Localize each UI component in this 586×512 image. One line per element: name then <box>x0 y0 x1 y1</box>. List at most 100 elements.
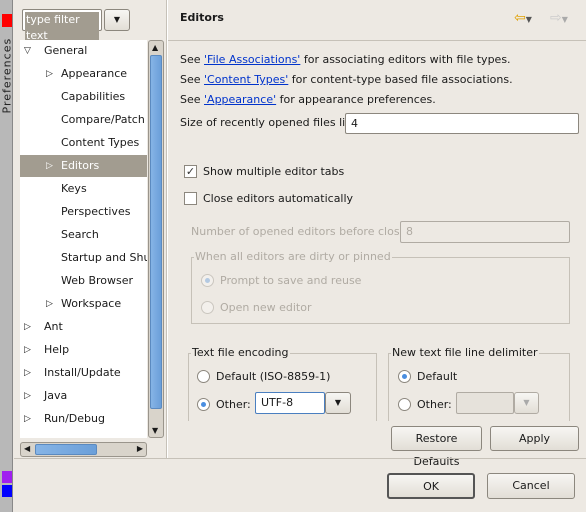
scroll-down-icon[interactable]: ▼ <box>152 426 158 435</box>
tree-item[interactable]: Startup and Shutdown <box>20 247 147 269</box>
sash[interactable] <box>166 0 168 458</box>
scroll-right-icon[interactable]: ▶ <box>137 444 143 453</box>
encoding-other-label: Other: <box>216 398 251 411</box>
tree-item[interactable]: Content Types <box>20 132 147 154</box>
link-text: for appearance preferences. <box>276 93 436 106</box>
encoding-dropdown-button[interactable]: ▼ <box>325 392 351 414</box>
tree-item-label: Help <box>44 343 70 356</box>
h-scroll-thumb[interactable] <box>35 444 97 455</box>
filter-input[interactable]: type filter text <box>22 9 102 44</box>
link-text: See <box>180 93 205 106</box>
expand-icon[interactable]: ▷ <box>24 385 31 407</box>
tree-item[interactable]: Capabilities <box>20 86 147 108</box>
tree-item[interactable]: ▷ Run/Debug <box>20 408 147 430</box>
restore-defaults-button[interactable]: Restore Defaults <box>391 426 482 468</box>
tree-item-label: Search <box>61 228 99 241</box>
chevron-down-icon: ▼ <box>334 398 342 407</box>
tree-item[interactable]: Compare/Patch <box>20 109 147 131</box>
ok-button[interactable]: OK <box>387 473 475 499</box>
tree-item-label: Capabilities <box>61 90 126 103</box>
link-text: See <box>180 73 205 86</box>
link-text: for associating editors with file types. <box>300 53 511 66</box>
preference-link[interactable]: 'File Associations' <box>204 53 300 66</box>
tree-item[interactable]: ▷ Java <box>20 385 147 407</box>
dirty-group: When all editors are dirty or pinned Pro… <box>191 250 570 324</box>
close-auto-checkbox[interactable] <box>184 192 197 205</box>
tree-item[interactable]: ▷ Ant <box>20 316 147 338</box>
preference-link[interactable]: 'Appearance' <box>204 93 276 106</box>
tree-item-label: Install/Update <box>44 366 121 379</box>
expand-icon[interactable]: ▷ <box>46 155 53 177</box>
delimiter-combo-input[interactable] <box>456 392 514 414</box>
prompt-radio[interactable] <box>201 274 214 287</box>
link-text: for content-type based file associations… <box>288 73 513 86</box>
page-title: Editors <box>180 11 224 24</box>
scroll-thumb[interactable] <box>150 55 162 409</box>
link-text: See <box>180 53 205 66</box>
encoding-other-radio[interactable] <box>197 398 210 411</box>
link-line: See 'File Associations' for associating … <box>180 53 511 66</box>
expand-icon[interactable]: ▷ <box>24 316 31 338</box>
tree-vertical-scrollbar[interactable]: ▲ ▼ <box>148 40 164 438</box>
tree-item[interactable]: ▷ Appearance <box>20 63 147 85</box>
preference-tree: ▽ General ▷ Appearance Capabilities Compare/P… <box>20 40 147 438</box>
apply-button[interactable]: Apply <box>490 426 579 451</box>
delimiter-default-radio[interactable] <box>398 370 411 383</box>
delimiter-other-radio[interactable] <box>398 398 411 411</box>
forward-arrow-icon[interactable]: ⇨▼ <box>550 11 568 27</box>
recent-files-label: Size of recently opened files list: <box>180 116 359 129</box>
encoding-combo-input[interactable]: UTF-8 <box>255 392 325 414</box>
tree-item[interactable]: ▷ Editors <box>20 155 147 177</box>
back-arrow-icon[interactable]: ⇦▼ <box>514 11 532 27</box>
tree-item[interactable]: ▷ Help <box>20 339 147 361</box>
scroll-up-icon[interactable]: ▲ <box>152 43 158 52</box>
title-separator <box>168 40 586 41</box>
tree-item[interactable]: Perspectives <box>20 201 147 223</box>
tree-item-label: Startup and Shutdown <box>61 251 147 264</box>
link-line: See 'Content Types' for content-type bas… <box>180 73 513 86</box>
tree-item-label: Compare/Patch <box>61 113 145 126</box>
tree-item[interactable]: ▷ Workspace <box>20 293 147 315</box>
preferences-strip-label: Preferences <box>0 37 14 114</box>
expand-icon[interactable]: ▷ <box>46 293 53 315</box>
expand-icon[interactable]: ▷ <box>46 63 53 85</box>
delimiter-default-label: Default <box>417 370 458 383</box>
tree-item[interactable]: Keys <box>20 178 147 200</box>
delimiter-group: New text file line delimiter Default Oth… <box>388 346 570 421</box>
tree-item-label: General <box>44 44 88 57</box>
delimiter-dropdown-button[interactable]: ▼ <box>514 392 539 414</box>
tree-item-label: Run/Debug <box>44 412 105 425</box>
purple-marker <box>2 471 12 483</box>
blue-marker <box>2 485 12 497</box>
preference-link[interactable]: 'Content Types' <box>204 73 288 86</box>
encoding-default-radio[interactable] <box>197 370 210 383</box>
scroll-left-icon[interactable]: ◀ <box>24 444 30 453</box>
num-editors-label: Number of opened editors before closing: <box>191 225 421 238</box>
prompt-label: Prompt to save and reuse <box>220 274 362 287</box>
open-new-radio[interactable] <box>201 301 214 314</box>
tree-item[interactable]: Search <box>20 224 147 246</box>
dirty-group-title: When all editors are dirty or pinned <box>194 250 392 263</box>
link-line: See 'Appearance' for appearance preferen… <box>180 93 436 106</box>
tree-item-label: Workspace <box>61 297 122 310</box>
expand-icon[interactable]: ▷ <box>24 339 31 361</box>
tree-item[interactable]: ▽ General <box>20 40 147 62</box>
recent-files-input[interactable]: 4 <box>345 113 579 134</box>
side-strip: Preferences <box>0 0 14 512</box>
tree-item[interactable]: Web Browser <box>20 270 147 292</box>
cancel-button[interactable]: Cancel <box>487 473 575 499</box>
encoding-group: Text file encoding Default (ISO-8859-1) … <box>188 346 377 421</box>
close-auto-label: Close editors automatically <box>203 192 354 205</box>
encoding-title: Text file encoding <box>191 346 290 359</box>
tree-item-label: Web Browser <box>61 274 134 287</box>
collapse-icon[interactable]: ▽ <box>24 40 31 62</box>
tree-horizontal-scrollbar[interactable]: ◀ ▶ <box>20 442 147 457</box>
expand-icon[interactable]: ▷ <box>24 408 31 430</box>
expand-icon[interactable]: ▷ <box>24 362 31 384</box>
open-new-label: Open new editor <box>220 301 312 314</box>
tree-item-label: Perspectives <box>61 205 131 218</box>
num-editors-input[interactable]: 8 <box>400 221 570 243</box>
filter-dropdown-button[interactable]: ▼ <box>104 9 130 31</box>
show-tabs-checkbox[interactable]: ✓ <box>184 165 197 178</box>
tree-item[interactable]: ▷ Install/Update <box>20 362 147 384</box>
